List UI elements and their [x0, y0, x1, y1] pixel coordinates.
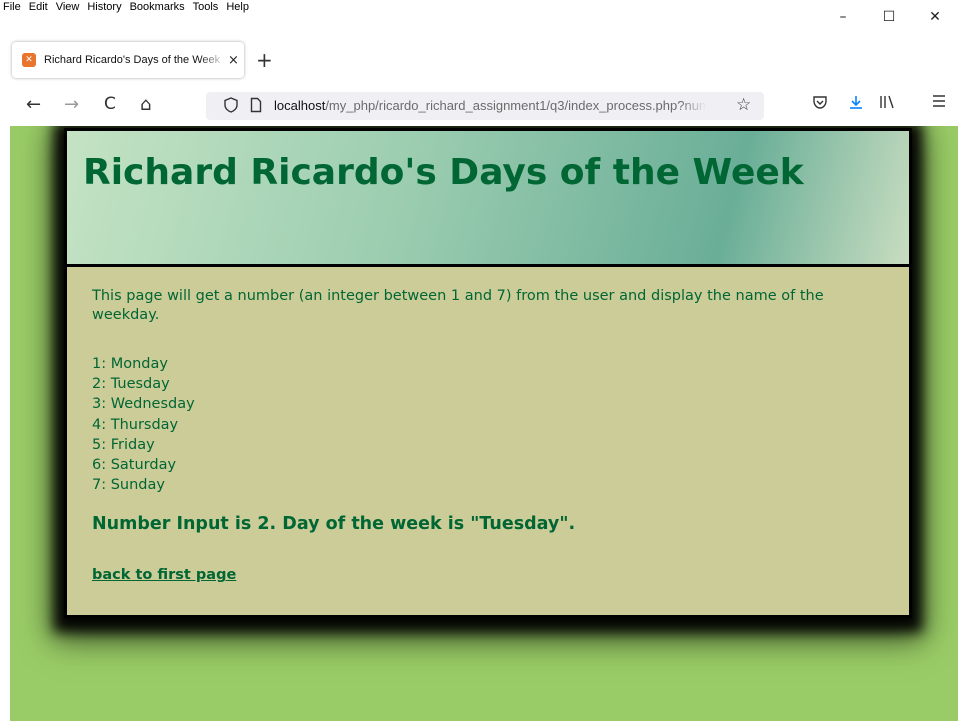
tab-title: Richard Ricardo's Days of the Week	[44, 54, 221, 66]
tab-strip: ✕ Richard Ricardo's Days of the Week × +	[0, 34, 958, 86]
home-icon[interactable]: ⌂	[140, 94, 151, 115]
menu-bookmarks[interactable]: Bookmarks	[130, 1, 185, 13]
menu-bar: File Edit View History Bookmarks Tools H…	[0, 0, 958, 34]
url-host: localhost	[274, 98, 326, 113]
maximize-button[interactable]: ☐	[866, 0, 912, 34]
menu-help[interactable]: Help	[226, 1, 249, 13]
page-body: This page will get a number (an integer …	[92, 287, 882, 583]
weekday-item: 3: Wednesday	[92, 396, 195, 413]
page-viewport: Richard Ricardo's Days of the Week This …	[10, 126, 958, 721]
menu-items: File Edit View History Bookmarks Tools H…	[3, 1, 249, 13]
window-controls: – ☐ ✕	[820, 0, 958, 34]
page-title: Richard Ricardo's Days of the Week	[83, 152, 804, 193]
forward-icon[interactable]: →	[64, 94, 79, 115]
back-to-first-page-link[interactable]: back to first page	[92, 567, 236, 583]
tab-close-icon[interactable]: ×	[228, 53, 239, 68]
url-text[interactable]: localhost/my_php/ricardo_richard_assignm…	[274, 98, 706, 113]
menu-view[interactable]: View	[56, 1, 80, 13]
menu-file[interactable]: File	[3, 1, 21, 13]
menu-edit[interactable]: Edit	[29, 1, 48, 13]
browser-tab[interactable]: ✕ Richard Ricardo's Days of the Week ×	[12, 42, 244, 78]
result-text: Number Input is 2. Day of the week is "T…	[92, 514, 576, 535]
library-icon[interactable]	[879, 94, 895, 114]
close-window-button[interactable]: ✕	[912, 0, 958, 34]
xampp-icon: ✕	[22, 53, 36, 67]
bookmark-star-icon[interactable]: ☆	[736, 95, 751, 115]
content-box: Richard Ricardo's Days of the Week This …	[64, 128, 912, 618]
reload-icon[interactable]: C	[104, 94, 116, 114]
page-header: Richard Ricardo's Days of the Week	[67, 131, 909, 267]
menu-history[interactable]: History	[87, 1, 121, 13]
shield-icon[interactable]	[224, 97, 238, 117]
url-bar[interactable]: localhost/my_php/ricardo_richard_assignm…	[206, 92, 764, 120]
pocket-icon[interactable]	[812, 94, 828, 114]
download-icon[interactable]	[848, 94, 864, 114]
nav-bar: ← → C ⌂ localhost/my_php/ricardo_richard…	[0, 86, 958, 126]
intro-text: This page will get a number (an integer …	[92, 288, 824, 323]
weekday-item: 1: Monday	[92, 356, 168, 372]
menu-tools[interactable]: Tools	[193, 1, 219, 13]
new-tab-button[interactable]: +	[256, 48, 273, 72]
page-info-icon[interactable]	[250, 97, 262, 117]
weekday-item: 2: Tuesday	[92, 376, 170, 393]
weekday-item: 5: Friday	[92, 436, 155, 453]
weekday-item: 4: Thursday	[92, 416, 179, 433]
weekday-item: 7: Sunday	[92, 477, 165, 494]
minimize-button[interactable]: –	[820, 0, 866, 34]
back-icon[interactable]: ←	[26, 94, 41, 115]
url-path: /my_php/ricardo_richard_assignment1/q3/i…	[325, 98, 706, 113]
menu-icon[interactable]	[932, 94, 946, 112]
weekday-list: 1: Monday 2: Tuesday 3: Wednesday 4: Thu…	[92, 354, 882, 495]
weekday-item: 6: Saturday	[92, 457, 177, 474]
